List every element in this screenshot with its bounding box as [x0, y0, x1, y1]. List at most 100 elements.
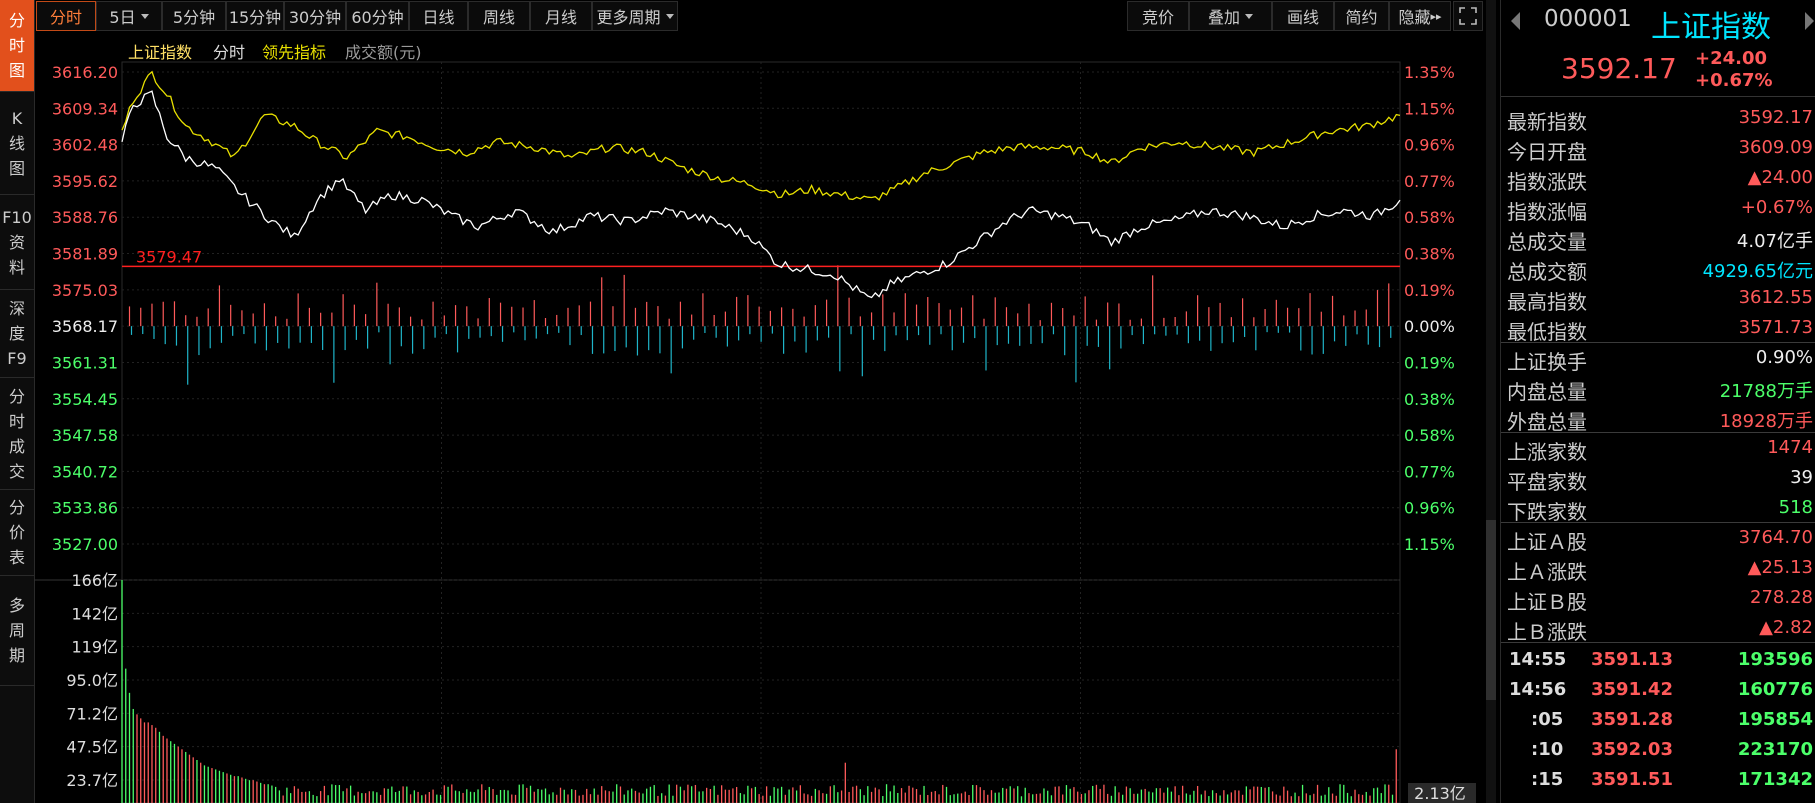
tick-time: 14:55	[1509, 649, 1567, 670]
tick-time: :10	[1531, 739, 1564, 760]
tick-row: :10 3592.03 223170	[1501, 736, 1815, 766]
quote-row-value: ▲24.00	[1747, 167, 1813, 188]
volume-tick-label: 119亿	[71, 638, 118, 657]
quote-row: 最高指数 3612.55	[1501, 284, 1815, 314]
volume-last-label: 2.13亿	[1414, 784, 1466, 803]
quote-row-value: 18928万手	[1719, 411, 1813, 432]
tick-time: 14:56	[1509, 679, 1567, 700]
quote-row-label: 上证Ｂ股	[1507, 590, 1587, 614]
section-divider	[1501, 342, 1815, 343]
quote-row-value: 518	[1778, 497, 1813, 518]
section-divider	[1501, 642, 1815, 643]
quote-row-label: 上证Ａ股	[1507, 530, 1587, 554]
volume-tick-label: 71.2亿	[66, 704, 118, 723]
quote-row-label: 内盘总量	[1507, 380, 1587, 404]
next-symbol-icon[interactable]	[1805, 12, 1814, 30]
volume-tick-label: 142亿	[71, 604, 118, 623]
volume-tick-label: 95.0亿	[66, 671, 118, 690]
tick-row: :05 3591.28 195854	[1501, 706, 1815, 736]
scroll-thumb[interactable]	[1486, 520, 1496, 700]
tick-price: 3591.13	[1591, 649, 1673, 670]
chart-scrollbar[interactable]	[1486, 0, 1496, 803]
quote-row-value: 3571.73	[1738, 317, 1813, 338]
quote-row-label: 最新指数	[1507, 110, 1587, 134]
quote-row: 上Ａ涨跌 ▲25.13	[1501, 554, 1815, 584]
tick-price: 3592.03	[1591, 739, 1673, 760]
quote-row: 今日开盘 3609.09	[1501, 134, 1815, 164]
pct-tick-label: 0.58%	[1404, 208, 1455, 227]
quote-row: 最新指数 3592.17	[1501, 104, 1815, 134]
quote-row-value: 278.28	[1750, 587, 1813, 608]
quote-row-label: 下跌家数	[1507, 500, 1587, 524]
tick-volume: 223170	[1737, 739, 1813, 760]
pct-tick-label: 0.96%	[1404, 136, 1455, 155]
quote-row-label: 外盘总量	[1507, 410, 1587, 434]
price-tick-label: 3595.62	[52, 172, 118, 191]
quote-row: 指数涨幅 +0.67%	[1501, 194, 1815, 224]
tick-volume: 195854	[1737, 709, 1813, 730]
quote-row-value: 3764.70	[1738, 527, 1813, 548]
quote-row-label: 平盘家数	[1507, 470, 1587, 494]
price-tick-label: 3527.00	[52, 535, 118, 554]
tick-price: 3591.51	[1591, 769, 1673, 790]
pct-tick-label: 0.00%	[1404, 317, 1455, 336]
pct-tick-label: 0.19%	[1404, 281, 1455, 300]
quote-row: 内盘总量 21788万手	[1501, 374, 1815, 404]
symbol-name: 上证指数	[1651, 10, 1771, 45]
quote-header: 000001 上证指数 3592.17 +24.00 +0.67%	[1501, 0, 1815, 97]
quote-row: 下跌家数 518	[1501, 494, 1815, 524]
pct-tick-label: 0.19%	[1404, 353, 1455, 372]
quote-row-label: 上证换手	[1507, 350, 1587, 374]
quote-row-value: 21788万手	[1719, 381, 1813, 402]
tick-volume: 171342	[1737, 769, 1813, 790]
volume-tick-label: 23.7亿	[66, 771, 118, 790]
price-tick-label: 3588.76	[52, 208, 118, 227]
quote-row-label: 上涨家数	[1507, 440, 1587, 464]
quote-row-value: ▲25.13	[1747, 557, 1813, 578]
price-tick-label: 3540.72	[52, 462, 118, 481]
quote-row-label: 指数涨跌	[1507, 170, 1587, 194]
price-change-pct: +0.67%	[1695, 70, 1773, 91]
price-tick-label: 3602.48	[52, 136, 118, 155]
tick-price: 3591.42	[1591, 679, 1673, 700]
quote-row-label: 指数涨幅	[1507, 200, 1587, 224]
symbol-code: 000001	[1544, 6, 1632, 32]
quote-row: 总成交额 4929.65亿元	[1501, 254, 1815, 284]
quote-row-value: +0.67%	[1740, 197, 1813, 218]
quote-row: 上证Ｂ股 278.28	[1501, 584, 1815, 614]
legend-mode: 分时	[213, 43, 245, 62]
quote-panel: 000001 上证指数 3592.17 +24.00 +0.67% 最新指数 35…	[1500, 0, 1815, 803]
quote-row: 上Ｂ涨跌 ▲2.82	[1501, 614, 1815, 644]
pct-tick-label: 0.77%	[1404, 172, 1455, 191]
tick-volume: 193596	[1737, 649, 1813, 670]
price-tick-label: 3616.20	[52, 63, 118, 82]
price-tick-label: 3561.31	[52, 353, 118, 372]
volume-tick-label: 47.5亿	[66, 738, 118, 757]
tick-row: 14:56 3591.42 160776	[1501, 676, 1815, 706]
quote-row-label: 最高指数	[1507, 290, 1587, 314]
tick-time: :15	[1531, 769, 1564, 790]
section-divider	[1501, 432, 1815, 433]
pct-tick-label: 1.15%	[1404, 99, 1455, 118]
quote-row-label: 最低指数	[1507, 320, 1587, 344]
pct-tick-label: 1.15%	[1404, 535, 1455, 554]
quote-row: 上证Ａ股 3764.70	[1501, 524, 1815, 554]
pct-tick-label: 0.77%	[1404, 462, 1455, 481]
quote-row: 上涨家数 1474	[1501, 434, 1815, 464]
quote-row: 最低指数 3571.73	[1501, 314, 1815, 344]
quote-row-value: 3612.55	[1738, 287, 1813, 308]
quote-row-value: 39	[1790, 467, 1813, 488]
quote-row-value: 3609.09	[1738, 137, 1813, 158]
price-tick-label: 3575.03	[52, 281, 118, 300]
prev-symbol-icon[interactable]	[1511, 12, 1520, 30]
quote-row-value: 4929.65亿元	[1702, 261, 1813, 282]
section-divider	[1501, 522, 1815, 523]
pct-tick-label: 0.96%	[1404, 499, 1455, 518]
quote-row-label: 上Ａ涨跌	[1507, 560, 1587, 584]
tick-row: :15 3591.51 171342	[1501, 766, 1815, 796]
pct-tick-label: 0.38%	[1404, 390, 1455, 409]
quote-row-value: 1474	[1767, 437, 1813, 458]
tick-volume: 160776	[1737, 679, 1813, 700]
price-tick-label: 3533.86	[52, 499, 118, 518]
tick-time: :05	[1531, 709, 1564, 730]
